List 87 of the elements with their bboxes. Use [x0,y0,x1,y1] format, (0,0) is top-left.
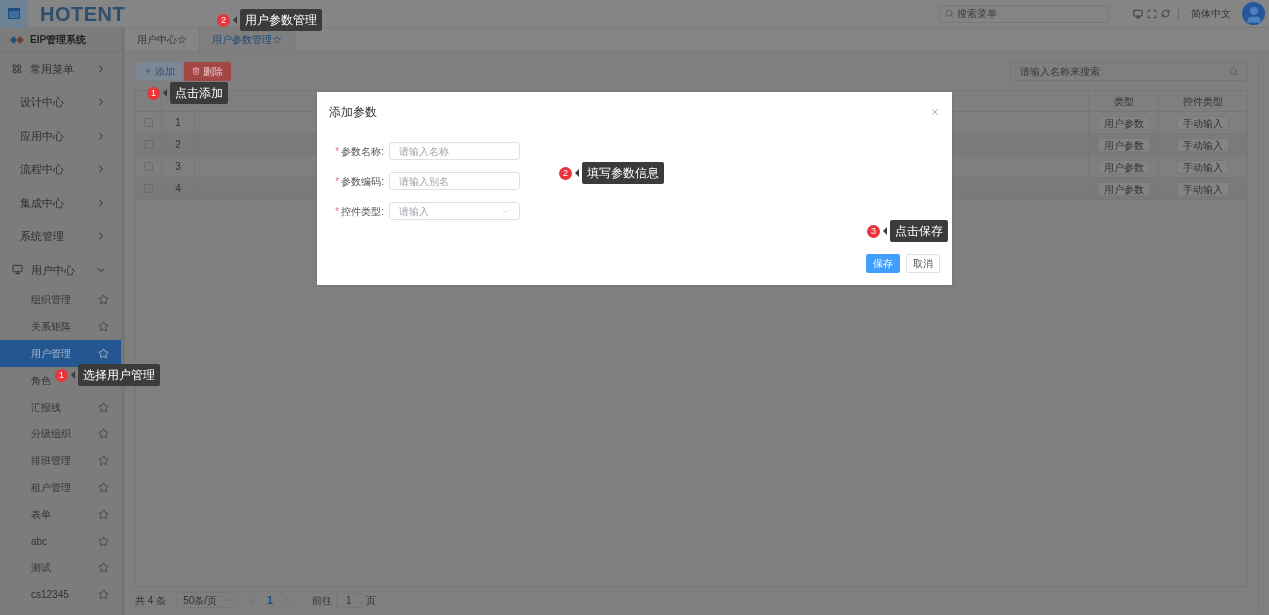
star-icon[interactable] [98,535,109,547]
sidebar-subitem[interactable]: abc [0,527,121,555]
logo-icon [10,35,24,44]
table-cell: 3 [162,156,195,177]
control-type-tag: 手动输入 [1177,115,1229,130]
total-count: 共 4 条 [135,593,167,608]
select-field[interactable]: 请输入 [389,202,520,220]
table-cell: 4 [162,178,195,199]
callout-tooltip: 点击保存 [890,220,948,242]
page-tab[interactable]: 用户参数管理☆ [200,28,295,51]
window-icon [8,8,20,19]
sidebar-item[interactable]: 流程中心 [0,152,121,186]
table-cell: 2 [162,134,195,155]
callout-tooltip: 选择用户管理 [78,364,160,386]
sidebar-subitem[interactable]: 分级组织 [0,420,121,448]
sidebar-item[interactable]: 设计中心 [0,85,121,119]
step-number: 1 [147,86,160,100]
sidebar-item[interactable]: 集成中心 [0,186,121,220]
star-icon[interactable] [98,589,109,601]
goto-page-field[interactable]: 1 [335,592,362,608]
sidebar-item[interactable]: 用户中心 [0,253,121,287]
menu-search-field[interactable]: 搜索菜单 [939,4,1109,23]
table-cell: 1 [162,112,195,133]
sidebar-item[interactable]: 系统管理 [0,219,121,253]
current-page[interactable]: 1 [267,592,273,608]
callout-tooltip: 用户参数管理 [240,9,322,31]
field-label: 参数编码: [341,174,384,189]
required-mark: * [335,174,340,189]
star-icon[interactable] [98,321,109,333]
sidebar-item[interactable]: 应用中心 [0,119,121,153]
sidebar-subitem[interactable]: 排班管理 [0,447,121,475]
grid-icon [12,63,22,74]
save-button[interactable]: 保存 [866,254,900,273]
page-size-select[interactable]: 50条/页 [176,592,239,608]
input-field[interactable]: 请输入名称 [389,142,520,160]
star-icon[interactable] [98,562,109,574]
callout-tooltip: 点击添加 [170,82,228,104]
trash-icon [192,67,200,75]
column-header: 类型 [1089,91,1159,111]
language-label[interactable]: 简体中文 [1191,6,1231,21]
star-icon[interactable] [98,348,109,359]
table-search-field[interactable]: 请输入名称来搜索 [1010,61,1248,81]
sidebar-subitem[interactable]: 组织管理 [0,286,121,314]
menu-toggle-button[interactable] [0,0,28,28]
search-icon [1229,66,1238,76]
dialog-title: 添加参数 [329,104,378,121]
goto-label: 前往 [311,593,332,608]
delete-button[interactable]: 删除 [184,61,231,81]
control-type-tag: 手动输入 [1177,159,1229,174]
cancel-button[interactable]: 取消 [906,254,940,273]
user-avatar[interactable] [1242,2,1265,25]
type-tag: 用户参数 [1097,159,1150,174]
star-icon[interactable] [98,401,109,413]
star-icon[interactable] [98,294,109,306]
refresh-icon[interactable] [1161,9,1170,18]
plus-icon [144,67,152,75]
system-title: EIP管理系统 [30,33,87,47]
star-icon[interactable] [98,428,109,440]
page-suffix: 页 [365,593,376,608]
column-header: 控件类型 [1182,94,1224,109]
control-type-tag: 手动输入 [1177,181,1229,196]
control-type-tag: 手动输入 [1177,137,1229,152]
sidebar-subitem[interactable]: 测试 [0,554,121,582]
sidebar-subitem[interactable]: cs12345 [0,581,121,609]
add-button[interactable]: 添加 [135,61,184,81]
type-tag: 用户参数 [1097,137,1150,152]
sidebar-subitem[interactable]: 关系矩阵 [0,313,121,341]
monitor-icon[interactable] [1133,8,1143,19]
required-mark: * [335,144,340,159]
type-tag: 用户参数 [1097,115,1150,130]
close-icon[interactable] [930,107,940,117]
field-label: 控件类型: [341,204,384,219]
logo: HOTENT [40,1,126,27]
sidebar-subitem[interactable]: 用户管理 [0,340,121,367]
search-icon [945,9,954,18]
required-mark: * [335,204,340,219]
monitor-icon [12,264,23,276]
field-label: 参数名称: [341,144,384,159]
star-icon[interactable] [98,481,109,493]
input-field[interactable]: 请输入别名 [389,172,520,190]
sidebar-subitem[interactable]: 租户管理 [0,474,121,501]
star-icon[interactable] [98,508,109,520]
sidebar-item[interactable]: 常用菜单 [0,52,121,86]
callout-tooltip: 填写参数信息 [582,162,664,184]
fullscreen-icon[interactable] [1147,8,1157,19]
type-tag: 用户参数 [1097,181,1150,196]
star-icon[interactable] [98,455,109,467]
